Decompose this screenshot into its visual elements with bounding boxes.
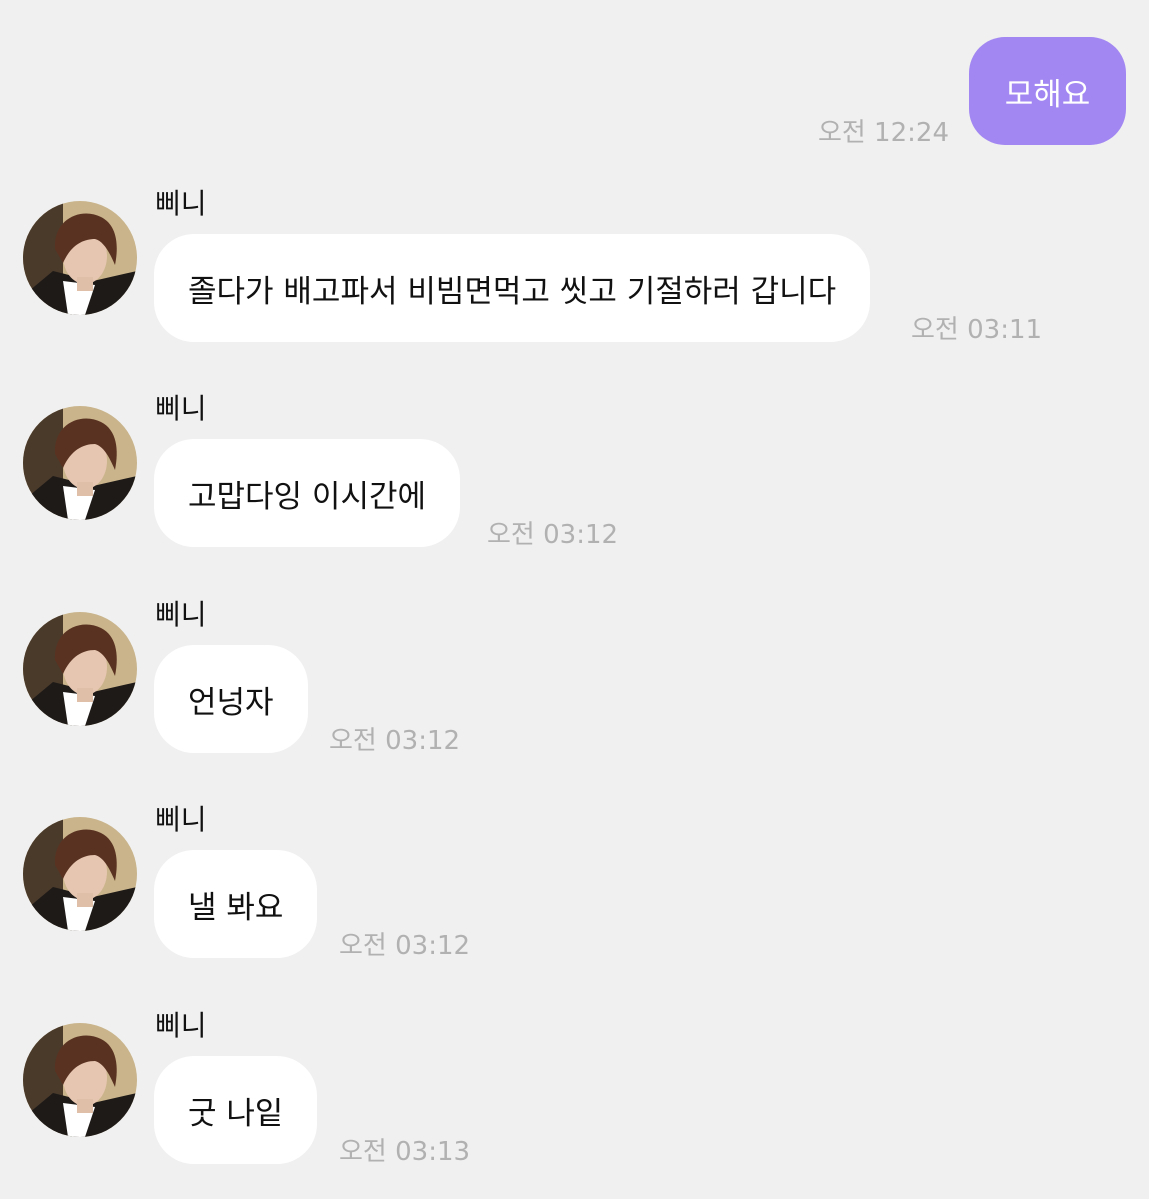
avatar-photo-icon [23,612,137,726]
message-time: 오전 03:12 [339,931,471,961]
message-bubble[interactable]: 고맙다잉 이시간에 [154,439,461,547]
avatar-photo-icon [23,817,137,931]
sender-name: 삐니 [155,803,207,836]
message-text: 굿 나잍 [188,1095,284,1132]
sent-message-time: 오전 12:24 [817,118,949,148]
sender-name: 삐니 [155,392,207,425]
message-bubble[interactable]: 낼 봐요 [154,850,318,958]
received-message: 삐니 언넝자 오전 03:12 [0,597,1149,777]
message-text: 고맙다잉 이시간에 [188,478,427,515]
avatar-photo-icon [23,201,137,315]
message-time: 오전 03:11 [911,315,1043,345]
message-text: 언넝자 [188,684,274,721]
message-text: 낼 봐요 [188,889,284,926]
avatar-photo-icon [23,406,137,520]
sender-name: 삐니 [155,1009,207,1042]
received-message: 삐니 낼 봐요 오전 03:12 [0,802,1149,982]
chat-area: 모해요 오전 12:24 삐니 졸다가 배고파서 비빔면먹고 씻고 기절하러 갑… [0,0,1149,1199]
avatar[interactable] [23,406,137,520]
avatar[interactable] [23,612,137,726]
message-bubble[interactable]: 언넝자 [154,645,308,753]
message-bubble[interactable]: 졸다가 배고파서 비빔면먹고 씻고 기절하러 갑니다 [154,234,871,342]
avatar[interactable] [23,1023,137,1137]
received-message: 삐니 굿 나잍 오전 03:13 [0,1008,1149,1188]
message-bubble[interactable]: 굿 나잍 [154,1056,318,1164]
sent-message-text: 모해요 [1004,76,1091,113]
message-time: 오전 03:12 [487,520,619,550]
avatar[interactable] [23,817,137,931]
message-time: 오전 03:13 [339,1137,471,1167]
sent-message-bubble[interactable]: 모해요 [969,37,1126,145]
message-time: 오전 03:12 [329,726,461,756]
received-message: 삐니 졸다가 배고파서 비빔면먹고 씻고 기절하러 갑니다 오전 03:11 [0,186,1149,366]
sender-name: 삐니 [155,187,207,220]
received-message: 삐니 고맙다잉 이시간에 오전 03:12 [0,391,1149,571]
avatar-photo-icon [23,1023,137,1137]
message-text: 졸다가 배고파서 비빔면먹고 씻고 기절하러 갑니다 [188,273,837,310]
sender-name: 삐니 [155,598,207,631]
avatar[interactable] [23,201,137,315]
